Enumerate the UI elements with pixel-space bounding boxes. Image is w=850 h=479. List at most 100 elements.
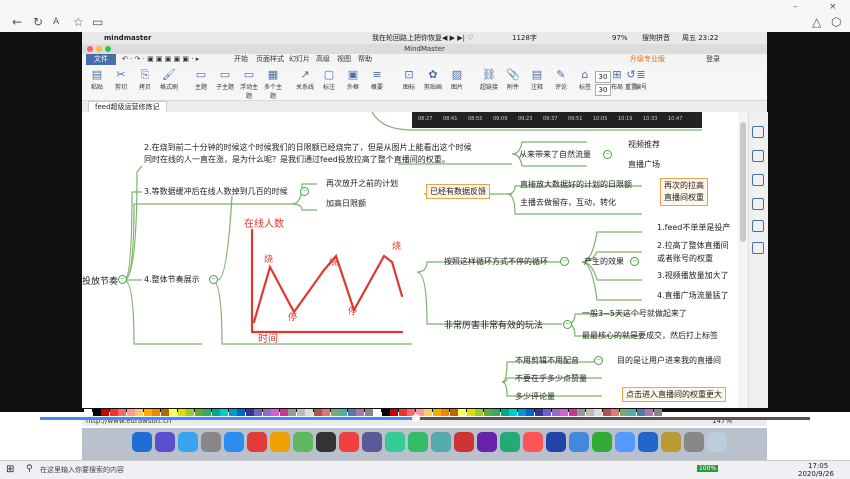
color-swatch[interactable] bbox=[492, 409, 500, 416]
font-size-spin[interactable]: 30 bbox=[595, 71, 611, 83]
refresh-icon[interactable]: ↻ bbox=[33, 15, 43, 29]
color-swatch[interactable] bbox=[118, 409, 126, 416]
toolbar-paste-button[interactable]: ▤ 粘贴 bbox=[86, 68, 108, 91]
icon-panel-icon[interactable] bbox=[752, 198, 764, 210]
menu-slides[interactable]: 幻灯片 bbox=[289, 54, 310, 65]
color-swatch[interactable] bbox=[424, 409, 432, 416]
color-swatch[interactable] bbox=[653, 409, 662, 416]
toolbar-relation-button[interactable]: ↗ 关系线 bbox=[294, 68, 316, 91]
color-swatch[interactable] bbox=[220, 409, 228, 416]
dock-app-icon[interactable] bbox=[408, 432, 428, 452]
effect-2b[interactable]: 或者账号的权重 bbox=[657, 253, 713, 264]
effect-1[interactable]: 1.feed不单单是投产 bbox=[657, 222, 730, 233]
likes-node[interactable]: 不要在乎多少点赞量 bbox=[515, 373, 587, 384]
color-swatch[interactable] bbox=[398, 409, 407, 416]
color-swatch[interactable] bbox=[551, 409, 560, 416]
effect-3[interactable]: 3.视频播放量加大了 bbox=[657, 270, 729, 281]
color-swatch[interactable] bbox=[211, 409, 220, 416]
toolbar-cut-button[interactable]: ✂ 剪切 bbox=[110, 68, 132, 91]
branch2-line1[interactable]: 2.在烧到前二十分钟的时候这个时候我们的日限额已经烧完了，但是从图片上能看出这个… bbox=[144, 142, 472, 153]
color-swatch[interactable] bbox=[177, 409, 186, 416]
color-swatch[interactable] bbox=[509, 409, 517, 416]
color-swatch[interactable] bbox=[517, 409, 526, 416]
color-swatch[interactable] bbox=[364, 409, 373, 416]
color-swatch[interactable] bbox=[458, 409, 466, 416]
color-swatch[interactable] bbox=[543, 409, 551, 416]
menu-advanced[interactable]: 高级 bbox=[316, 54, 330, 65]
undo-redo-icon[interactable]: ↶ · ↷ · ▣ ▣ ▣ ▣ ▣ · ▸ bbox=[122, 54, 199, 65]
toolbar-clipart-button[interactable]: ✿ 剪贴画 bbox=[422, 68, 444, 91]
color-swatch[interactable] bbox=[568, 409, 577, 416]
dock-app-icon[interactable] bbox=[385, 432, 405, 452]
color-swatch[interactable] bbox=[534, 409, 543, 416]
dock-app-icon[interactable] bbox=[707, 432, 727, 452]
no-edit-node[interactable]: 不用剪辑不用配音 bbox=[515, 355, 579, 366]
menu-view[interactable]: 视图 bbox=[337, 54, 351, 65]
comments-node[interactable]: 多少评论量 bbox=[515, 391, 555, 402]
effect-2[interactable]: 2.拉高了整体直播间 bbox=[657, 240, 729, 251]
dock-app-icon[interactable] bbox=[477, 432, 497, 452]
dock-app-icon[interactable] bbox=[454, 432, 474, 452]
color-swatch[interactable] bbox=[560, 409, 568, 416]
color-swatch[interactable] bbox=[585, 409, 594, 416]
color-swatch[interactable] bbox=[160, 409, 169, 416]
taskbar-search[interactable]: 在这里输入你要搜索的内容 bbox=[40, 465, 124, 475]
toolbar-image-button[interactable]: ▨ 图片 bbox=[446, 68, 468, 91]
raise-limit-node[interactable]: 加高日限额 bbox=[326, 198, 366, 209]
color-swatch[interactable] bbox=[466, 409, 475, 416]
color-swatch[interactable] bbox=[483, 409, 492, 416]
toolbar-multi-topic-button[interactable]: ▦ 多个主题 bbox=[262, 68, 284, 100]
dock-app-icon[interactable] bbox=[684, 432, 704, 452]
dock-app-icon[interactable] bbox=[592, 432, 612, 452]
color-swatch[interactable] bbox=[169, 409, 177, 416]
toolbar-attach-button[interactable]: 📎 附件 bbox=[502, 68, 524, 91]
color-swatch[interactable] bbox=[611, 409, 619, 416]
dock-app-icon[interactable] bbox=[201, 432, 221, 452]
reopen-plan-node[interactable]: 再次放开之前的计划 bbox=[326, 178, 398, 189]
search-icon[interactable]: ⚲ bbox=[26, 464, 33, 474]
color-palette[interactable] bbox=[82, 408, 767, 417]
toolbar-outline-button[interactable]: ▣ 外框 bbox=[342, 68, 364, 91]
color-swatch[interactable] bbox=[449, 409, 458, 416]
dock-app-icon[interactable] bbox=[293, 432, 313, 452]
reweight-box[interactable]: 再次的拉高 直播间权重 bbox=[660, 178, 708, 206]
color-swatch[interactable] bbox=[594, 409, 602, 416]
color-swatch[interactable] bbox=[186, 409, 194, 416]
color-swatch[interactable] bbox=[645, 409, 653, 416]
color-swatch[interactable] bbox=[373, 409, 381, 416]
ime-indicator[interactable]: 搜狗拼音 bbox=[642, 32, 670, 44]
dock-app-icon[interactable] bbox=[638, 432, 658, 452]
color-swatch[interactable] bbox=[339, 409, 347, 416]
color-swatch[interactable] bbox=[347, 409, 356, 416]
purpose-node[interactable]: 目的是让用户进来我的直播间 bbox=[617, 355, 721, 366]
star-icon[interactable]: ☆ bbox=[73, 15, 84, 29]
extension-icon[interactable]: ⬡ bbox=[831, 15, 841, 29]
collapse-icon[interactable]: − bbox=[560, 257, 569, 266]
media-controls-icon[interactable]: ◀ ▶ ▶| ♡ bbox=[442, 32, 473, 44]
color-swatch[interactable] bbox=[237, 409, 245, 416]
natural-traffic-node[interactable]: 从来带来了自然流量 bbox=[519, 149, 591, 160]
dock-app-icon[interactable] bbox=[362, 432, 382, 452]
color-swatch[interactable] bbox=[441, 409, 449, 416]
mindmap-canvas[interactable]: 2.在烧到前二十分钟的时候这个时候我们的日限额已经烧完了，但是从图片上能看出这个… bbox=[82, 112, 738, 408]
upgrade-link[interactable]: 升级专业版 bbox=[630, 54, 665, 65]
image-panel-icon[interactable] bbox=[752, 174, 764, 186]
collapse-icon[interactable]: − bbox=[594, 356, 603, 365]
color-swatch[interactable] bbox=[109, 409, 118, 416]
reader-icon[interactable]: A bbox=[53, 15, 59, 29]
color-swatch[interactable] bbox=[390, 409, 398, 416]
method-core[interactable]: 最最核心的就是要成交，然后打上标签 bbox=[582, 330, 718, 341]
color-swatch[interactable] bbox=[305, 409, 313, 416]
loop-node[interactable]: 按照这样循环方式不停的循环 bbox=[444, 256, 548, 267]
menu-file[interactable]: 文件 bbox=[86, 54, 116, 65]
collapse-icon[interactable]: − bbox=[209, 275, 218, 284]
color-swatch[interactable] bbox=[228, 409, 237, 416]
menu-help[interactable]: 帮助 bbox=[358, 54, 372, 65]
windows-start-icon[interactable]: ⊞ bbox=[6, 464, 14, 475]
dock-app-icon[interactable] bbox=[155, 432, 175, 452]
color-swatch[interactable] bbox=[330, 409, 339, 416]
dock-app-icon[interactable] bbox=[431, 432, 451, 452]
toolbar-copy-button[interactable]: ⎘ 拷贝 bbox=[134, 68, 156, 91]
color-swatch[interactable] bbox=[288, 409, 296, 416]
toolbar-note-button[interactable]: ▤ 注释 bbox=[526, 68, 548, 91]
